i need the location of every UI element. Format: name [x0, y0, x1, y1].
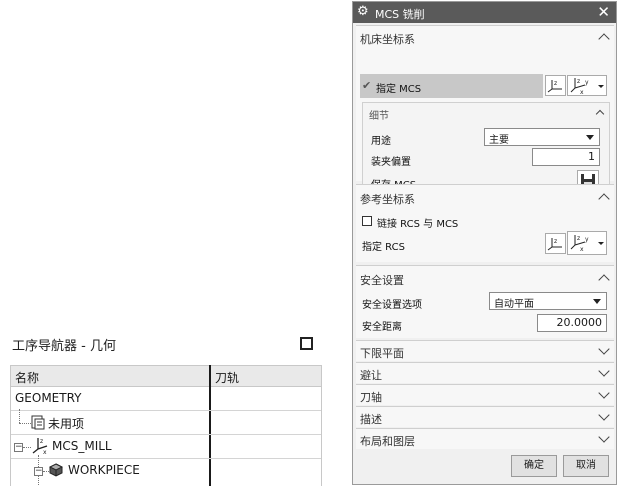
maximize-icon[interactable]	[300, 337, 313, 350]
description-header: 描述	[360, 413, 382, 426]
purpose-value: 主要	[489, 135, 509, 146]
row-label-geometry: GEOMETRY	[15, 391, 82, 405]
chevron-down-icon[interactable]	[598, 387, 610, 399]
table-row[interactable]: − WORKPIECE	[11, 455, 321, 485]
svg-text:z: z	[577, 78, 580, 85]
fixture-offset-label: 装夹偏置	[371, 157, 411, 168]
chevron-up-icon[interactable]	[595, 109, 605, 119]
tool-axis-section[interactable]: 刀轴	[356, 384, 614, 405]
dropdown-arrow-icon	[586, 135, 594, 140]
workpiece-icon	[49, 463, 63, 477]
row-label-unused: 未用项	[48, 417, 85, 431]
close-icon[interactable]: ✕	[597, 3, 610, 21]
reference-csys-header[interactable]: 参考坐标系	[360, 191, 415, 207]
table-row[interactable]: GEOMETRY	[11, 387, 321, 411]
collapse-icon[interactable]: −	[34, 467, 43, 476]
chevron-up-icon[interactable]	[598, 193, 610, 205]
cancel-button[interactable]: 取消	[563, 455, 609, 477]
csys-triad-icon: z y x	[570, 235, 604, 253]
svg-text:x: x	[580, 89, 584, 95]
specify-mcs-label: 指定 MCS	[376, 84, 422, 95]
collapse-icon[interactable]: −	[14, 443, 23, 452]
dropdown-arrow-icon	[593, 299, 601, 304]
navigator-table: 名称 刀轨 GEOMETRY 未用项 − z x MCS_MILL − WORK…	[10, 365, 322, 486]
specify-rcs-label: 指定 RCS	[362, 242, 405, 253]
clearance-option-select[interactable]: 自动平面	[489, 292, 607, 310]
svg-text:y: y	[585, 79, 589, 86]
csys-triad-icon: z y x	[570, 78, 604, 96]
description-section[interactable]: 描述	[356, 406, 614, 427]
rcs-dialog-button[interactable]: z	[545, 233, 566, 254]
fixture-offset-input[interactable]: 1	[532, 148, 600, 166]
tool-axis-header: 刀轴	[360, 391, 382, 404]
svg-text:y: y	[585, 236, 589, 243]
lower-limit-plane-section[interactable]: 下限平面	[356, 340, 614, 361]
mcs-csys-icon: z x	[32, 438, 48, 455]
column-name-header[interactable]: 名称	[15, 369, 39, 386]
rcs-type-dropdown[interactable]: z y x	[567, 231, 607, 255]
clearance-distance-label: 安全距离	[362, 322, 402, 333]
column-toolpath-header[interactable]: 刀轨	[215, 369, 239, 386]
csys-dialog-icon: z	[547, 80, 562, 93]
chevron-down-icon[interactable]	[598, 431, 610, 443]
machine-csys-section: 机床坐标系 ✔ 指定 MCS z z y x 细节 用途 主要 装夹偏置 1	[356, 25, 614, 200]
row-label-workpiece: WORKPIECE	[68, 463, 140, 477]
dialog-titlebar[interactable]: ⚙ MCS 铣削 ✕	[353, 2, 616, 23]
ok-button[interactable]: 确定	[511, 455, 557, 477]
svg-text:z: z	[554, 238, 557, 245]
chevron-down-icon[interactable]	[598, 365, 610, 377]
operation-navigator: 工序导航器 - 几何 名称 刀轨 GEOMETRY 未用项 − z x MCS_…	[4, 327, 322, 486]
specify-mcs-row[interactable]: ✔ 指定 MCS	[360, 74, 543, 98]
chevron-down-icon[interactable]	[598, 409, 610, 421]
table-row[interactable]: 未用项	[11, 409, 321, 435]
csys-dialog-icon: z	[547, 238, 562, 251]
purpose-select[interactable]: 主要	[484, 128, 600, 146]
details-header[interactable]: 细节	[369, 107, 389, 122]
checkmark-icon: ✔	[362, 79, 372, 92]
link-rcs-label: 链接 RCS 与 MCS	[377, 219, 459, 230]
svg-text:z: z	[40, 438, 43, 445]
link-rcs-checkbox[interactable]	[362, 216, 372, 226]
layout-layer-header: 布局和图层	[360, 435, 415, 448]
csys-type-dropdown[interactable]: z y x	[567, 75, 607, 96]
layout-layer-section[interactable]: 布局和图层	[356, 428, 614, 449]
clearance-option-value: 自动平面	[494, 299, 534, 310]
avoidance-section[interactable]: 避让	[356, 362, 614, 383]
table-header: 名称 刀轨	[11, 365, 321, 387]
clearance-distance-input[interactable]: 20.0000	[537, 314, 607, 332]
navigator-title: 工序导航器 - 几何	[12, 339, 116, 354]
svg-text:z: z	[577, 235, 580, 242]
gear-icon[interactable]: ⚙	[357, 4, 369, 19]
mcs-dialog: ⚙ MCS 铣削 ✕ 机床坐标系 ✔ 指定 MCS z z y x 细节 用途 …	[352, 1, 617, 485]
svg-text:z: z	[554, 80, 557, 87]
purpose-label: 用途	[371, 136, 391, 147]
clearance-section: 安全设置 安全设置选项 自动平面 安全距离 20.0000	[356, 265, 614, 338]
clearance-header[interactable]: 安全设置	[360, 272, 404, 288]
unused-folder-icon	[31, 415, 45, 430]
chevron-up-icon[interactable]	[598, 33, 610, 45]
clearance-option-label: 安全设置选项	[362, 300, 422, 311]
chevron-up-icon[interactable]	[598, 274, 610, 286]
machine-csys-header[interactable]: 机床坐标系	[360, 31, 415, 47]
csys-dialog-button[interactable]: z	[545, 75, 566, 96]
table-row[interactable]: − z x MCS_MILL	[11, 435, 321, 459]
svg-text:x: x	[43, 449, 47, 455]
row-label-mcs-mill: MCS_MILL	[52, 439, 112, 453]
lower-limit-plane-header: 下限平面	[360, 347, 404, 360]
avoidance-header: 避让	[360, 369, 382, 382]
svg-text:x: x	[580, 246, 584, 253]
chevron-down-icon[interactable]	[598, 343, 610, 355]
dialog-title: MCS 铣削	[375, 8, 425, 21]
reference-csys-section: 参考坐标系 链接 RCS 与 MCS 指定 RCS z z y x	[356, 184, 614, 262]
